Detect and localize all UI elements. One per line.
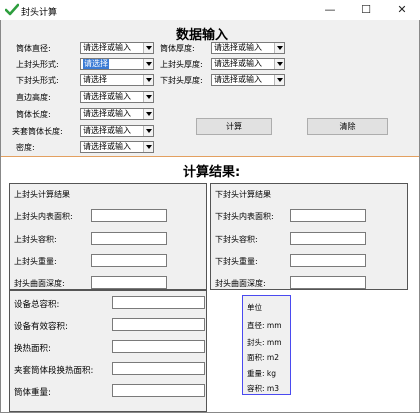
chevron-down-icon[interactable] xyxy=(143,92,153,102)
section-divider xyxy=(1,156,419,157)
unit-volume: 容积: m3 xyxy=(247,384,279,393)
upper-head-thickness-combo[interactable]: 请选择或输入 xyxy=(211,58,285,70)
calculate-button[interactable]: 计算 xyxy=(196,118,272,135)
combo-value: 请选择或输入 xyxy=(83,126,131,135)
chevron-down-icon[interactable] xyxy=(143,75,153,85)
chevron-down-icon[interactable] xyxy=(143,109,153,119)
lower-head-weight-label: 下封头重量: xyxy=(215,257,258,266)
upper-head-volume-output[interactable] xyxy=(91,232,167,245)
lower-head-area-label: 下封头内表面积: xyxy=(215,212,274,221)
unit-diameter: 直径: mm xyxy=(247,321,282,330)
upper-head-area-output[interactable] xyxy=(91,209,167,222)
chevron-down-icon[interactable] xyxy=(274,43,284,53)
field-label-barrel-length: 筒体长度: xyxy=(16,110,51,119)
lower-head-group-title: 下封头计算结果 xyxy=(215,190,271,199)
barrel-length-combo[interactable]: 请选择或输入 xyxy=(80,108,154,120)
lower-head-depth-output[interactable] xyxy=(290,276,366,289)
chevron-down-icon[interactable] xyxy=(274,59,284,69)
upper-head-area-label: 上封头内表面积: xyxy=(14,212,73,221)
lower-head-volume-output[interactable] xyxy=(290,232,366,245)
barrel-weight-output[interactable] xyxy=(112,384,205,397)
upper-head-depth-output[interactable] xyxy=(91,276,167,289)
input-section-title: 数据输入 xyxy=(176,28,229,43)
lower-head-volume-label: 下封头容积: xyxy=(215,235,258,244)
chevron-down-icon[interactable] xyxy=(143,43,153,53)
effective-volume-output[interactable] xyxy=(112,318,205,331)
total-volume-label: 设备总容积: xyxy=(14,300,60,310)
field-label-straight-edge-height: 直边高度: xyxy=(16,93,51,102)
upper-head-depth-label: 封头曲面深度: xyxy=(14,279,65,288)
field-label-upper-head-type: 上封头形式: xyxy=(16,60,59,69)
field-label-density: 密度: xyxy=(16,143,35,152)
checkmark-app-icon xyxy=(5,3,19,16)
field-label-jacket-length: 夹套筒体长度: xyxy=(12,127,63,136)
combo-value: 请选择或输入 xyxy=(214,75,262,84)
chevron-down-icon[interactable] xyxy=(143,142,153,152)
field-label-lower-head-type: 下封头形式: xyxy=(16,76,59,85)
unit-weight: 重量: kg xyxy=(247,369,277,378)
effective-volume-label: 设备有效容积: xyxy=(14,322,68,332)
total-volume-output[interactable] xyxy=(112,296,205,309)
combo-value: 请选择或输入 xyxy=(83,92,131,101)
lower-head-thickness-combo[interactable]: 请选择或输入 xyxy=(211,74,285,86)
barrel-diameter-combo[interactable]: 请选择或输入 xyxy=(80,42,154,54)
lower-head-weight-output[interactable] xyxy=(290,254,366,267)
field-label-lower-head-thickness: 下封头厚度: xyxy=(160,76,203,85)
upper-head-group-title: 上封头计算结果 xyxy=(14,190,70,199)
window-title: 封头计算 xyxy=(21,8,58,18)
minimize-button[interactable]: — xyxy=(312,0,348,20)
clear-button[interactable]: 清除 xyxy=(307,118,388,135)
heat-exchange-area-output[interactable] xyxy=(112,340,205,353)
lower-head-area-output[interactable] xyxy=(290,209,366,222)
jacket-length-combo[interactable]: 请选择或输入 xyxy=(80,125,154,137)
combo-value: 请选择或输入 xyxy=(214,43,262,52)
chevron-down-icon[interactable] xyxy=(143,126,153,136)
barrel-thickness-combo[interactable]: 请选择或输入 xyxy=(211,42,285,54)
combo-value: 请选择或输入 xyxy=(214,59,262,68)
barrel-weight-label: 筒体重量: xyxy=(14,388,51,398)
unit-area: 面积: m2 xyxy=(247,353,279,362)
upper-head-volume-label: 上封头容积: xyxy=(14,235,57,244)
field-label-barrel-thickness: 筒体厚度: xyxy=(160,44,195,53)
straight-edge-height-combo[interactable]: 请选择或输入 xyxy=(80,91,154,103)
lower-head-type-combo[interactable]: 请选择 xyxy=(80,74,154,86)
combo-value: 请选择或输入 xyxy=(83,142,131,151)
jacket-heat-area-label: 夹套筒体段换热面积: xyxy=(14,366,94,376)
field-label-upper-head-thickness: 上封头厚度: xyxy=(160,60,203,69)
chevron-down-icon[interactable] xyxy=(274,75,284,85)
title-bar: 封头计算 — ☐ ✕ xyxy=(0,0,420,20)
combo-value: 请选择或输入 xyxy=(83,109,131,118)
maximize-button[interactable]: ☐ xyxy=(348,0,384,20)
close-button[interactable]: ✕ xyxy=(384,0,420,20)
combo-value: 请选择 xyxy=(83,75,107,84)
upper-head-weight-output[interactable] xyxy=(91,254,167,267)
lower-head-depth-label: 封头曲面深度: xyxy=(215,279,266,288)
unit-head: 封头: mm xyxy=(247,338,282,347)
field-label-barrel-diameter: 筒体直径: xyxy=(16,44,51,53)
chevron-down-icon[interactable] xyxy=(143,59,153,69)
density-combo[interactable]: 请选择或输入 xyxy=(80,141,154,153)
heat-exchange-area-label: 换热面积: xyxy=(14,344,51,354)
combo-value-selected: 请选择 xyxy=(83,59,109,69)
upper-head-type-combo[interactable]: 请选择 xyxy=(80,58,154,70)
jacket-heat-area-output[interactable] xyxy=(112,362,205,375)
combo-value: 请选择或输入 xyxy=(83,43,131,52)
upper-head-weight-label: 上封头重量: xyxy=(14,257,57,266)
units-title: 单位 xyxy=(247,303,262,312)
results-section-title: 计算结果: xyxy=(183,165,241,180)
